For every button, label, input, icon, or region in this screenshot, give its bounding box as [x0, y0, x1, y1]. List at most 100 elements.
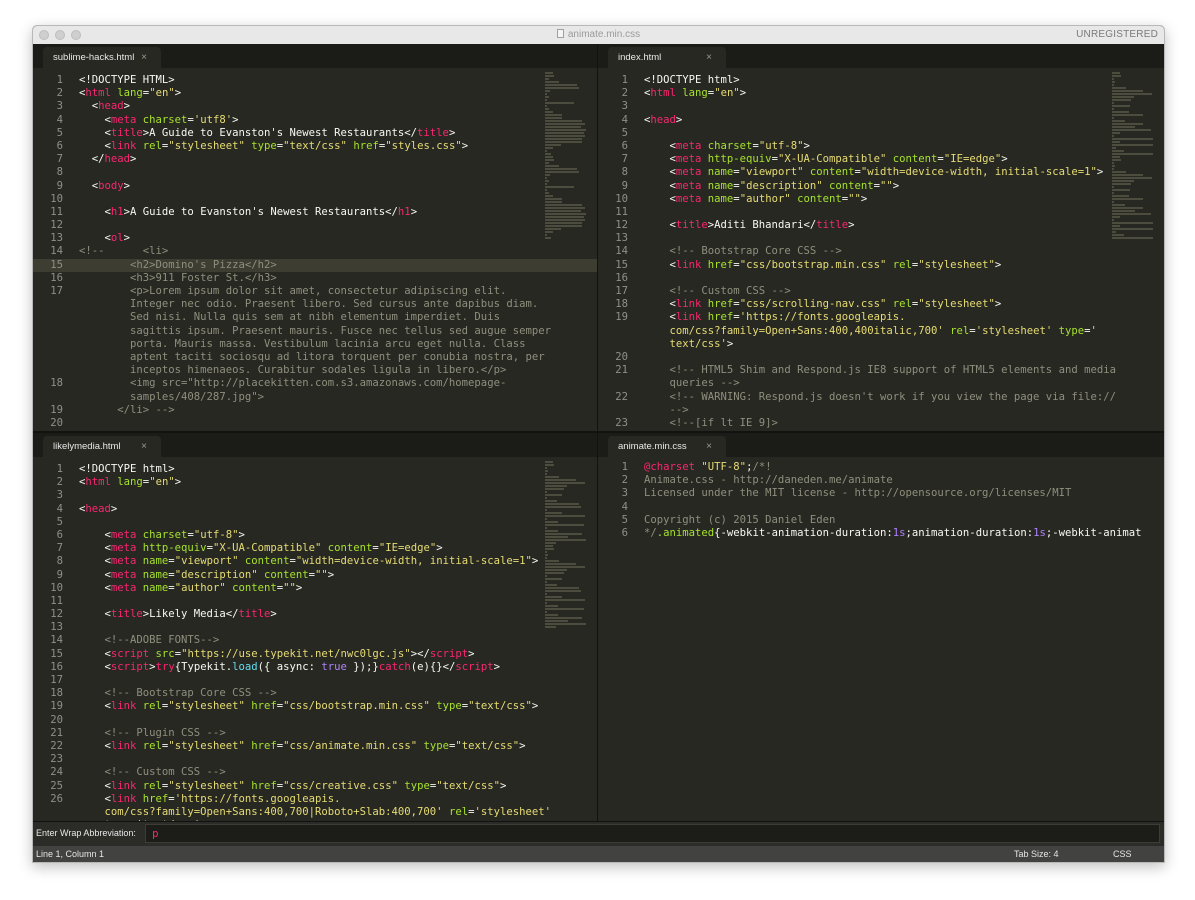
code-line[interactable]: 26 <link href='https://fonts.googleapis.: [33, 793, 597, 806]
code-line[interactable]: 4 <head>: [598, 114, 1164, 127]
code-line[interactable]: 3 Licensed under the MIT license - http:/…: [598, 487, 1164, 500]
minimap[interactable]: [545, 461, 589, 821]
code-line[interactable]: queries -->: [598, 377, 1164, 390]
code-line[interactable]: 1 <!DOCTYPE html>: [33, 463, 597, 476]
code-line[interactable]: 5: [598, 127, 1164, 140]
code-line[interactable]: 10: [33, 193, 597, 206]
code-line[interactable]: 6 */.animated{-webkit-animation-duration:…: [598, 527, 1164, 540]
code-line[interactable]: 3: [598, 100, 1164, 113]
code-line[interactable]: 6 <link rel="stylesheet" type="text/css"…: [33, 140, 597, 153]
code-line[interactable]: 8 <meta name="viewport" content="width=d…: [33, 555, 597, 568]
code-line[interactable]: 16 <script>try{Typekit.load({ async: tru…: [33, 661, 597, 674]
code-line[interactable]: 6 <meta charset="utf-8">: [33, 529, 597, 542]
code-line[interactable]: 2 <html lang="en">: [33, 476, 597, 489]
code-line[interactable]: 6 <meta charset="utf-8">: [598, 140, 1164, 153]
code-line[interactable]: 21 <!-- HTML5 Shim and Respond.js IE8 su…: [598, 364, 1164, 377]
code-line[interactable]: 7 <meta http-equiv="X-UA-Compatible" con…: [33, 542, 597, 555]
code-line[interactable]: 13: [33, 621, 597, 634]
code-line[interactable]: 10 <meta name="author" content="">: [598, 193, 1164, 206]
code-line[interactable]: 5 <title>A Guide to Evanston's Newest Re…: [33, 127, 597, 140]
code-line[interactable]: 14 <!-- Bootstrap Core CSS -->: [598, 245, 1164, 258]
code-line[interactable]: 13 <ol>: [33, 232, 597, 245]
code-line[interactable]: 16: [598, 272, 1164, 285]
code-line[interactable]: 5: [33, 516, 597, 529]
code-line[interactable]: 11: [598, 206, 1164, 219]
code-line[interactable]: com/css?family=Open+Sans:400,700|Roboto+…: [33, 806, 597, 819]
code-line[interactable]: Sed nisi. Nulla quis sem at nibh element…: [33, 311, 597, 324]
code-line[interactable]: Integer nec odio. Praesent libero. Sed c…: [33, 298, 597, 311]
code-line[interactable]: 3 <head>: [33, 100, 597, 113]
code-line[interactable]: 25 <link rel="stylesheet" href="css/crea…: [33, 780, 597, 793]
tab-sublime-hacks[interactable]: sublime-hacks.html ×: [43, 47, 161, 68]
code-line[interactable]: 24 <!-- Custom CSS -->: [33, 766, 597, 779]
tab-size-selector[interactable]: Tab Size: 4: [1014, 849, 1059, 859]
code-line[interactable]: 7 </head>: [33, 153, 597, 166]
code-line[interactable]: 10 <meta name="author" content="">: [33, 582, 597, 595]
code-line[interactable]: 15 <script src="https://use.typekit.net/…: [33, 648, 597, 661]
code-line[interactable]: 4 <head>: [33, 503, 597, 516]
code-line[interactable]: 2 <html lang="en">: [33, 87, 597, 100]
code-line[interactable]: 8: [33, 166, 597, 179]
code-line[interactable]: 9 <meta name="description" content="">: [33, 569, 597, 582]
code-line[interactable]: 1 <!DOCTYPE html>: [598, 74, 1164, 87]
code-line[interactable]: 1 <!DOCTYPE HTML>: [33, 74, 597, 87]
code-line[interactable]: samples/408/287.jpg">: [33, 391, 597, 404]
code-line[interactable]: 4: [598, 501, 1164, 514]
code-line[interactable]: 5 Copyright (c) 2015 Daniel Eden: [598, 514, 1164, 527]
code-line[interactable]: 9 <meta name="description" content="">: [598, 180, 1164, 193]
code-area[interactable]: 1 <!DOCTYPE html> 2 <html lang="en"> 3 4 <head…: [598, 74, 1164, 431]
code-line[interactable]: 9 <body>: [33, 180, 597, 193]
code-line[interactable]: 11: [33, 595, 597, 608]
code-line[interactable]: 15 <link href="css/bootstrap.min.css" re…: [598, 259, 1164, 272]
syntax-selector[interactable]: CSS: [1113, 849, 1132, 859]
cursor-position[interactable]: Line 1, Column 1: [36, 849, 104, 859]
tab-likelymedia[interactable]: likelymedia.html ×: [43, 436, 161, 457]
code-line[interactable]: 22 <link rel="stylesheet" href="css/anim…: [33, 740, 597, 753]
code-line[interactable]: porta. Mauris massa. Vestibulum lacinia …: [33, 338, 597, 351]
pane-divider-horizontal[interactable]: [33, 431, 1164, 433]
close-tab-icon[interactable]: ×: [141, 47, 147, 68]
code-line[interactable]: 1 @charset "UTF-8";/*!: [598, 461, 1164, 474]
code-line[interactable]: 17 <p>Lorem ipsum dolor sit amet, consec…: [33, 285, 597, 298]
code-line[interactable]: 4 <meta charset='utf8'>: [33, 114, 597, 127]
code-line[interactable]: 12 <title>Aditi Bhandari</title>: [598, 219, 1164, 232]
code-line[interactable]: 2 Animate.css - http://daneden.me/animate: [598, 474, 1164, 487]
code-line[interactable]: 11 <h1>A Guide to Evanston's Newest Rest…: [33, 206, 597, 219]
code-line[interactable]: 18 <img src="http://placekitten.com.s3.a…: [33, 377, 597, 390]
code-line[interactable]: 15 <h2>Domino's Pizza</h2>: [33, 258, 597, 272]
code-line[interactable]: 23: [33, 753, 597, 766]
code-line[interactable]: 7 <meta http-equiv="X-UA-Compatible" con…: [598, 153, 1164, 166]
code-line[interactable]: inceptos himenaeos. Curabitur sodales li…: [33, 364, 597, 377]
code-line[interactable]: sagittis ipsum. Praesent mauris. Fusce n…: [33, 325, 597, 338]
code-line[interactable]: -->: [598, 404, 1164, 417]
code-line[interactable]: 19 </li> -->: [33, 404, 597, 417]
close-tab-icon[interactable]: ×: [706, 436, 712, 457]
code-line[interactable]: 12: [33, 219, 597, 232]
code-line[interactable]: 23 <!--[if lt IE 9]>: [598, 417, 1164, 430]
wrap-abbreviation-input[interactable]: p: [145, 824, 1160, 843]
code-line[interactable]: 20: [598, 351, 1164, 364]
code-line[interactable]: 20: [33, 417, 597, 430]
code-line[interactable]: 18 <link href="css/scrolling-nav.css" re…: [598, 298, 1164, 311]
code-line[interactable]: 13: [598, 232, 1164, 245]
code-line[interactable]: aptent taciti sociosqu ad litora torquen…: [33, 351, 597, 364]
code-area[interactable]: 1 @charset "UTF-8";/*! 2 Animate.css - http…: [598, 461, 1164, 821]
code-line[interactable]: 3: [33, 489, 597, 502]
code-line[interactable]: 14 <!--ADOBE FONTS-->: [33, 634, 597, 647]
code-line[interactable]: 18 <!-- Bootstrap Core CSS -->: [33, 687, 597, 700]
tab-index[interactable]: index.html ×: [608, 47, 726, 68]
close-tab-icon[interactable]: ×: [706, 47, 712, 68]
code-line[interactable]: 17 <!-- Custom CSS -->: [598, 285, 1164, 298]
minimap[interactable]: [545, 72, 589, 431]
code-line[interactable]: 8 <meta name="viewport" content="width=d…: [598, 166, 1164, 179]
code-line[interactable]: 20: [33, 714, 597, 727]
code-line[interactable]: 19 <link rel="stylesheet" href="css/boot…: [33, 700, 597, 713]
minimap[interactable]: [1112, 72, 1156, 431]
code-line[interactable]: 19 <link href='https://fonts.googleapis.: [598, 311, 1164, 324]
code-line[interactable]: 2 <html lang="en">: [598, 87, 1164, 100]
code-line[interactable]: com/css?family=Open+Sans:400,400italic,7…: [598, 325, 1164, 338]
code-line[interactable]: 17: [33, 674, 597, 687]
code-line[interactable]: 22 <!-- WARNING: Respond.js doesn't work…: [598, 391, 1164, 404]
code-line[interactable]: 21 <!-- Plugin CSS -->: [33, 727, 597, 740]
code-line[interactable]: 16 <h3>911 Foster St.</h3>: [33, 272, 597, 285]
